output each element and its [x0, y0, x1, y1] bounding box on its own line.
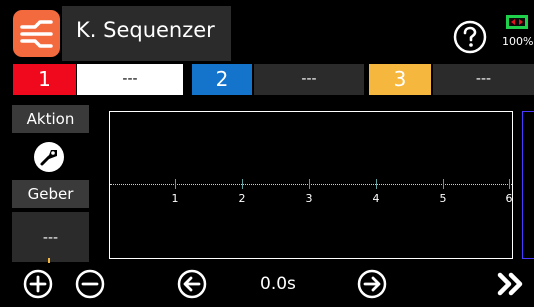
- slot-1-number[interactable]: 1: [13, 64, 76, 95]
- channel-panel[interactable]: [522, 111, 534, 259]
- action-icon[interactable]: [29, 140, 69, 174]
- geber-marker: [48, 258, 50, 263]
- graph-tick-label: 2: [238, 192, 246, 205]
- arrow-right-circle-icon[interactable]: [357, 269, 387, 299]
- sequence-graph[interactable]: [109, 111, 513, 259]
- slot-2-value[interactable]: ---: [254, 64, 364, 95]
- graph-axis: [110, 184, 512, 185]
- graph-tick: [309, 179, 310, 189]
- geber-value: ---: [42, 230, 59, 246]
- graph-tick-label: 4: [372, 192, 380, 205]
- graph-tick: [509, 179, 510, 189]
- aktion-label: Aktion: [12, 105, 89, 133]
- geber-label: Geber: [12, 180, 89, 208]
- graph-tick-label: 1: [171, 192, 179, 205]
- slot-1-value[interactable]: ---: [77, 64, 183, 95]
- sequencer-icon[interactable]: [13, 10, 60, 57]
- graph-tick: [242, 179, 243, 189]
- time-value: 0.0s: [260, 274, 296, 294]
- arrow-left-circle-icon[interactable]: [177, 269, 207, 299]
- help-icon[interactable]: [453, 20, 487, 54]
- battery-icon: [506, 15, 528, 29]
- minus-circle-icon[interactable]: [75, 269, 105, 299]
- double-chevron-right-icon[interactable]: [496, 269, 526, 299]
- graph-tick: [443, 179, 444, 189]
- slot-2-number[interactable]: 2: [192, 64, 252, 95]
- page-title: K. Sequenzer: [76, 18, 215, 42]
- graph-tick-label: 3: [305, 192, 313, 205]
- slot-3-number[interactable]: 3: [369, 64, 431, 95]
- graph-tick: [175, 179, 176, 189]
- battery-percent: 100%: [502, 35, 534, 48]
- graph-tick-label: 5: [439, 192, 447, 205]
- plus-circle-icon[interactable]: [23, 269, 53, 299]
- slot-3-value[interactable]: ---: [433, 64, 534, 95]
- graph-tick: [376, 179, 377, 189]
- graph-tick-label: 6: [505, 192, 513, 205]
